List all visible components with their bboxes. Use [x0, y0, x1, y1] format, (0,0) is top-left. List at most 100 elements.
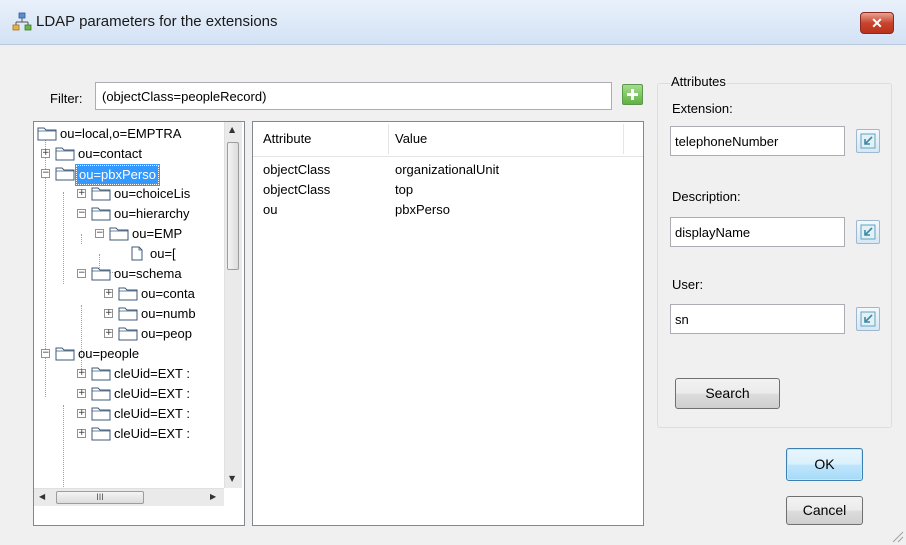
expand-icon[interactable]: + [77, 429, 86, 438]
tree-node[interactable]: + cleUid=EXT : [34, 364, 224, 384]
expand-icon[interactable]: + [77, 189, 86, 198]
tree-node-label: ou=[ [150, 246, 176, 261]
tree-node-label: ou=EMP [132, 226, 183, 241]
tree-node-label: ou=local,o=EMPTRA [60, 126, 182, 141]
user-pick-button[interactable] [856, 307, 880, 331]
tree-node-label: ou=pbxPerso [75, 164, 160, 186]
folder-icon [118, 307, 138, 321]
filter-input[interactable] [95, 82, 612, 110]
description-pick-button[interactable] [856, 220, 880, 244]
tree-node[interactable]: − ou=pbxPerso [34, 164, 224, 186]
attribute-cell: objectClass [263, 182, 331, 197]
tree-node-label: cleUid=EXT : [114, 386, 190, 401]
collapse-icon[interactable]: − [41, 169, 50, 178]
table-row[interactable]: ou pbxPerso [253, 202, 643, 222]
scroll-up-icon[interactable]: ▲ [229, 125, 235, 134]
extension-label: Extension: [672, 101, 733, 116]
tree-node[interactable]: − ou=hierarchy [34, 204, 224, 224]
folder-icon [91, 427, 111, 441]
tree-node-label: ou=schema [114, 266, 182, 281]
ldap-tree[interactable]: ou=local,o=EMPTRA + ou=contact − ou=pbxP… [33, 121, 245, 526]
scroll-down-icon[interactable]: ▼ [229, 474, 235, 483]
tree-node-label: ou=hierarchy [114, 206, 190, 221]
tree-node[interactable]: + ou=peop [34, 324, 224, 344]
add-filter-button[interactable] [622, 84, 643, 105]
user-input[interactable] [670, 304, 845, 334]
expand-icon[interactable]: + [104, 289, 113, 298]
table-row[interactable]: objectClass top [253, 182, 643, 202]
tree-node-label: cleUid=EXT : [114, 366, 190, 381]
document-icon [131, 246, 143, 261]
tree-node-label: ou=numb [141, 306, 196, 321]
extension-input[interactable] [670, 126, 845, 156]
expand-icon[interactable]: + [104, 309, 113, 318]
collapse-icon[interactable]: − [77, 269, 86, 278]
filter-label: Filter: [50, 91, 83, 106]
expand-icon[interactable]: + [77, 409, 86, 418]
user-label: User: [672, 277, 704, 292]
column-header-value[interactable]: Value [395, 131, 427, 146]
tree-vertical-scroll-thumb[interactable] [227, 142, 239, 270]
tree-node[interactable]: + ou=numb [34, 304, 224, 324]
ok-button[interactable]: OK [786, 448, 863, 481]
tree-vertical-scrollbar[interactable]: ▲ ▼ [224, 122, 242, 488]
title-bar[interactable]: LDAP parameters for the extensions ✕ [0, 0, 906, 45]
window-title: LDAP parameters for the extensions [36, 13, 278, 30]
extension-pick-button[interactable] [856, 129, 880, 153]
description-input[interactable] [670, 217, 845, 247]
tree-node[interactable]: − ou=schema [34, 264, 224, 284]
close-button[interactable]: ✕ [860, 12, 894, 34]
folder-icon [118, 327, 138, 341]
tree-node-label: ou=peop [141, 326, 192, 341]
tree-node-label: cleUid=EXT : [114, 406, 190, 421]
tree-node[interactable]: − ou=people [34, 344, 224, 364]
tree-node[interactable]: − ou=EMP [34, 224, 224, 244]
collapse-icon[interactable]: − [77, 209, 86, 218]
tree-node[interactable]: + cleUid=EXT : [34, 404, 224, 424]
expand-icon[interactable]: + [77, 389, 86, 398]
attribute-list[interactable]: Attribute Value objectClass organization… [252, 121, 644, 526]
folder-icon [91, 367, 111, 381]
folder-icon [91, 387, 111, 401]
value-cell: top [395, 182, 414, 197]
tree-node-label: ou=conta [141, 286, 195, 301]
scroll-left-icon[interactable]: ◀ [39, 492, 45, 501]
description-label: Description: [672, 189, 741, 204]
cancel-button[interactable]: Cancel [786, 496, 863, 525]
expand-icon[interactable]: + [104, 329, 113, 338]
column-header-attribute[interactable]: Attribute [263, 131, 311, 146]
folder-icon [109, 227, 129, 241]
collapse-icon[interactable]: − [41, 349, 50, 358]
resize-grip-icon[interactable] [890, 529, 904, 543]
tree-node[interactable]: + cleUid=EXT : [34, 384, 224, 404]
column-separator[interactable] [623, 124, 624, 154]
tree-node[interactable]: + ou=contact [34, 144, 224, 164]
tree-horizontal-scroll-thumb[interactable]: III [56, 491, 144, 504]
tree-node-label: ou=choiceLis [114, 186, 191, 201]
folder-icon [91, 207, 111, 221]
folder-icon [91, 407, 111, 421]
tree-node[interactable]: + ou=choiceLis [34, 184, 224, 204]
folder-icon [118, 287, 138, 301]
pick-attribute-icon [860, 133, 876, 149]
folder-icon [91, 267, 111, 281]
expand-icon[interactable]: + [41, 149, 50, 158]
pick-attribute-icon [860, 311, 876, 327]
tree-node[interactable]: + ou=conta [34, 284, 224, 304]
tree-node[interactable]: + cleUid=EXT : [34, 424, 224, 444]
pick-attribute-icon [860, 224, 876, 240]
column-separator[interactable] [388, 124, 389, 154]
table-row[interactable]: objectClass organizationalUnit [253, 162, 643, 182]
attribute-cell: ou [263, 202, 278, 217]
folder-icon [91, 187, 111, 201]
collapse-icon[interactable]: − [95, 229, 104, 238]
tree-node[interactable]: ou=local,o=EMPTRA [34, 124, 224, 144]
value-cell: organizationalUnit [395, 162, 500, 177]
search-button[interactable]: Search [675, 378, 780, 409]
folder-icon [55, 347, 75, 361]
tree-node[interactable]: ou=[ [34, 244, 224, 264]
tree-node-label: ou=people [78, 346, 140, 361]
scroll-right-icon[interactable]: ▶ [210, 492, 216, 501]
tree-horizontal-scrollbar[interactable]: ◀ III ▶ [34, 488, 224, 506]
expand-icon[interactable]: + [77, 369, 86, 378]
